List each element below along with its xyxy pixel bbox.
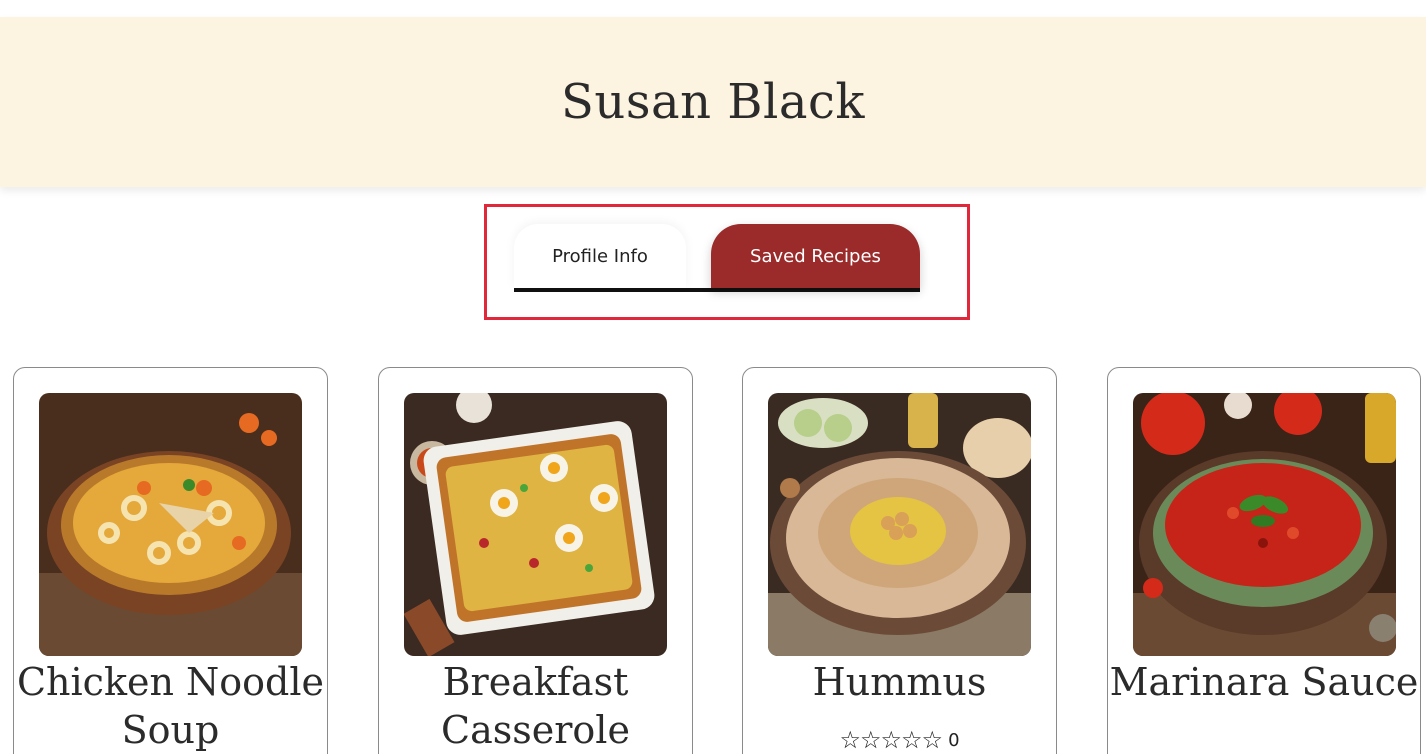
profile-name: Susan Black <box>561 74 865 130</box>
recipe-card[interactable]: Hummus ☆☆☆☆☆ 0 <box>742 367 1057 754</box>
rating-count: 0 <box>948 729 960 751</box>
recipe-title[interactable]: Marinara Sauce <box>1108 658 1420 706</box>
recipe-title[interactable]: Chicken Noodle Soup <box>14 658 327 754</box>
recipe-image[interactable] <box>39 393 302 656</box>
recipe-card[interactable]: Marinara Sauce <box>1107 367 1421 754</box>
chicken-noodle-soup-photo <box>39 393 302 656</box>
tab-saved-recipes[interactable]: Saved Recipes <box>711 224 920 288</box>
recipe-image[interactable] <box>1133 393 1396 656</box>
recipe-title[interactable]: Hummus <box>743 658 1056 706</box>
recipe-card[interactable]: Chicken Noodle Soup <box>13 367 328 754</box>
recipe-rating: ☆☆☆☆☆ 0 <box>743 726 1056 754</box>
recipe-image[interactable] <box>404 393 667 656</box>
hummus-photo <box>768 393 1031 656</box>
star-rating-icon[interactable]: ☆☆☆☆☆ <box>839 726 943 754</box>
recipe-card[interactable]: Breakfast Casserole <box>378 367 693 754</box>
marinara-sauce-photo <box>1133 393 1396 656</box>
recipe-title[interactable]: Breakfast Casserole <box>379 658 692 754</box>
profile-tabs: Profile Info Saved Recipes <box>514 224 920 292</box>
recipe-image[interactable] <box>768 393 1031 656</box>
breakfast-casserole-photo <box>404 393 667 656</box>
profile-header: Susan Black <box>0 17 1426 187</box>
tab-profile-info[interactable]: Profile Info <box>514 224 686 288</box>
